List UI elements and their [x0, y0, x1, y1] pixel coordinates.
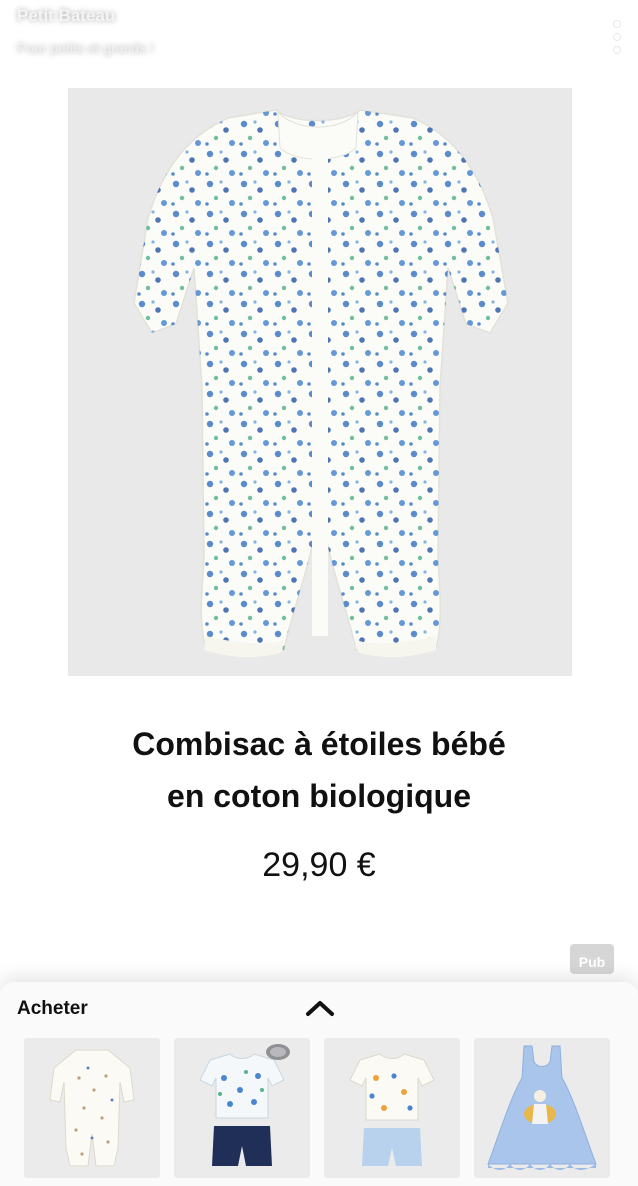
ad-badge: Pub — [570, 944, 614, 974]
product-title-line-2: en coton biologique — [167, 778, 471, 814]
product-title: Combisac à étoiles bébé en coton biologi… — [0, 718, 638, 822]
brand-name[interactable]: Petit Bateau — [17, 6, 115, 26]
product-thumbnail-4[interactable] — [474, 1038, 610, 1178]
brand-tagline: Pour petits et grands ! — [17, 40, 154, 56]
shop-panel[interactable]: Acheter — [0, 982, 638, 1186]
chevron-up-icon[interactable] — [302, 994, 338, 1020]
shop-label[interactable]: Acheter — [17, 998, 88, 1020]
ad-header: Petit Bateau Pour petits et grands ! — [0, 0, 638, 80]
product-image[interactable] — [68, 88, 572, 676]
vertical-dots-menu-icon[interactable] — [610, 20, 624, 54]
product-title-line-1: Combisac à étoiles bébé — [132, 726, 506, 762]
product-thumbnail-1[interactable] — [24, 1038, 160, 1178]
sleepsuit-garment — [133, 109, 509, 658]
product-price: 29,90 € — [262, 846, 376, 884]
product-thumbnail-3[interactable] — [324, 1038, 460, 1178]
product-thumbnail-2[interactable] — [174, 1038, 310, 1178]
